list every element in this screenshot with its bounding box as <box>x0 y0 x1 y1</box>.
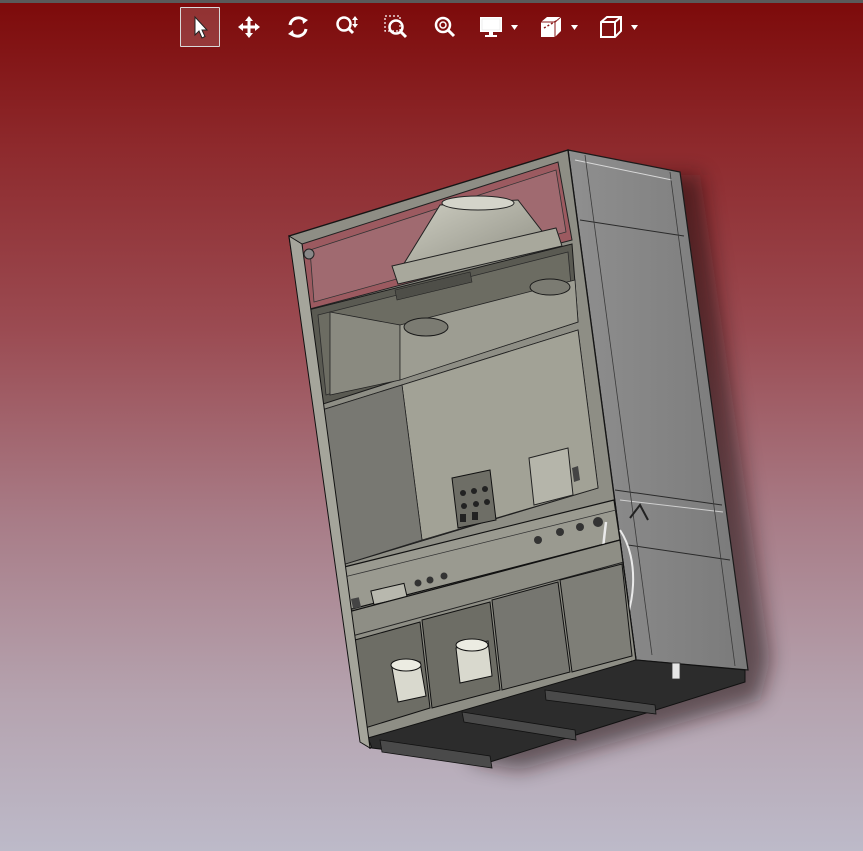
chevron-down-icon[interactable] <box>508 7 520 47</box>
view-toolbar <box>180 7 654 47</box>
section-view-icon <box>541 16 562 37</box>
3d-model-cabinet[interactable] <box>0 0 863 851</box>
pan-tool-button[interactable] <box>229 7 269 47</box>
section-view-button[interactable] <box>534 7 568 47</box>
display-mode-button[interactable] <box>474 7 508 47</box>
chevron-down-icon[interactable] <box>568 7 580 47</box>
view-orientation-button[interactable] <box>594 7 628 47</box>
zoom-window-button[interactable] <box>376 7 416 47</box>
monitor-icon <box>480 17 502 37</box>
zoom-updown-icon <box>336 16 358 35</box>
zoom-tool-button[interactable] <box>327 7 367 47</box>
zoom-fit-button[interactable] <box>425 7 465 47</box>
cube-view-icon <box>600 16 622 38</box>
view-orientation-dropdown[interactable] <box>594 7 640 47</box>
select-tool-button[interactable] <box>180 7 220 47</box>
zoom-window-icon <box>384 15 408 39</box>
rotate-icon <box>288 16 308 38</box>
select-arrow-icon <box>194 15 209 39</box>
zoom-fit-icon <box>434 16 456 38</box>
display-mode-dropdown[interactable] <box>474 7 520 47</box>
chevron-down-icon[interactable] <box>628 7 640 47</box>
section-view-dropdown[interactable] <box>534 7 580 47</box>
pan-move-icon <box>238 16 260 38</box>
3d-viewport[interactable] <box>0 0 863 851</box>
rotate-tool-button[interactable] <box>278 7 318 47</box>
